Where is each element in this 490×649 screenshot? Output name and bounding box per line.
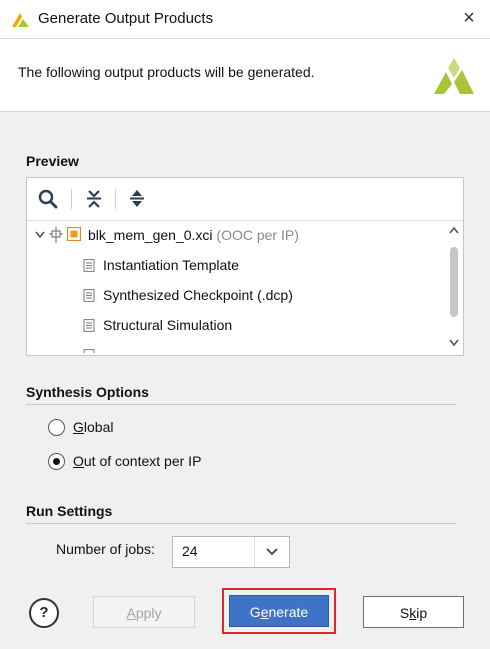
dropdown-button[interactable] (254, 537, 289, 567)
document-icon (83, 289, 95, 302)
generate-output-products-dialog: Generate Output Products × The following… (0, 0, 490, 649)
number-of-jobs-value: 24 (182, 543, 198, 559)
tree-item[interactable]: Instantiation Template (83, 251, 423, 279)
section-divider (26, 404, 456, 405)
tree-item[interactable]: Structural Simulation (83, 311, 423, 339)
toolbar-separator (71, 189, 72, 209)
window-title: Generate Output Products (38, 10, 214, 27)
title-bar: Generate Output Products × (0, 0, 490, 39)
collapse-all-icon[interactable] (82, 187, 106, 211)
output-products-tree: blk_mem_gen_0.xci (OOC per IP) Instantia… (27, 221, 445, 353)
chevron-down-icon (266, 548, 278, 556)
preview-scrollbar[interactable] (446, 221, 462, 353)
preview-panel: blk_mem_gen_0.xci (OOC per IP) Instantia… (26, 177, 464, 356)
synthesis-options-heading: Synthesis Options (26, 384, 149, 400)
header-description: The following output products will be ge… (18, 64, 315, 80)
expand-all-icon[interactable] (125, 187, 149, 211)
document-icon (83, 259, 95, 272)
tree-root-suffix: (OOC per IP) (216, 227, 299, 243)
close-button[interactable]: × (458, 5, 480, 31)
apply-button[interactable]: Apply (93, 596, 195, 628)
section-divider (26, 523, 456, 524)
ip-core-icon (67, 227, 81, 241)
tree-item[interactable]: Synthesized Checkpoint (.dcp) (83, 281, 423, 309)
tree-item-label: Instantiation Template (103, 257, 239, 273)
xilinx-logo-icon (434, 58, 474, 94)
number-of-jobs-select[interactable]: 24 (172, 536, 290, 568)
hierarchy-icon (49, 227, 63, 243)
chevron-up-icon[interactable] (449, 226, 459, 234)
tree-item-label: Structural Simulation (103, 317, 233, 333)
radio-circle[interactable] (48, 419, 65, 436)
document-icon (83, 319, 95, 332)
scrollbar-thumb[interactable] (450, 247, 458, 317)
skip-button[interactable]: Skip (363, 596, 464, 628)
vivado-app-icon (12, 13, 29, 27)
search-icon[interactable] (36, 187, 60, 211)
help-icon: ? (39, 604, 49, 621)
radio-global-label: Global (73, 419, 114, 435)
chevron-down-icon[interactable] (35, 231, 45, 239)
generate-button[interactable]: Generate (229, 595, 329, 627)
close-icon: × (463, 7, 475, 29)
preview-toolbar (27, 178, 463, 221)
tree-root-row[interactable]: blk_mem_gen_0.xci (OOC per IP) (35, 221, 435, 249)
chevron-down-icon[interactable] (449, 339, 459, 347)
document-icon (83, 349, 95, 353)
run-settings-heading: Run Settings (26, 503, 113, 519)
number-of-jobs-label: Number of jobs: (56, 541, 155, 557)
help-button[interactable]: ? (29, 598, 59, 628)
tree-item-partial (83, 341, 423, 353)
radio-out-of-context-label: Out of context per IP (73, 453, 202, 469)
tree-item-label: Synthesized Checkpoint (.dcp) (103, 287, 293, 303)
radio-selected-dot (53, 458, 60, 465)
tree-root-name: blk_mem_gen_0.xci (88, 227, 213, 243)
toolbar-separator (115, 189, 116, 209)
header-banner: The following output products will be ge… (0, 39, 490, 112)
radio-circle[interactable] (48, 453, 65, 470)
preview-heading: Preview (26, 153, 79, 169)
